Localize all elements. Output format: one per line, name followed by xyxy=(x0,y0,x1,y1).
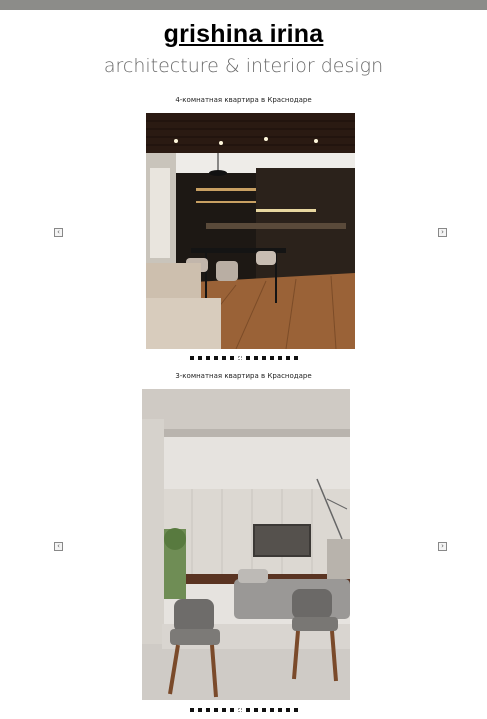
slider-dot[interactable] xyxy=(277,708,282,712)
project-photo-1[interactable] xyxy=(146,113,355,349)
slider-dot[interactable] xyxy=(197,356,202,360)
slider-dot[interactable] xyxy=(285,708,290,712)
slider-dot[interactable] xyxy=(205,356,210,360)
prev-arrow-icon[interactable]: ‹ xyxy=(54,542,63,551)
prev-arrow-icon[interactable]: ‹ xyxy=(54,228,63,237)
slider-dot[interactable] xyxy=(213,708,218,712)
slider-dot[interactable] xyxy=(253,356,258,360)
next-arrow-icon[interactable]: › xyxy=(438,228,447,237)
slider-dot[interactable] xyxy=(261,356,266,360)
project-caption-2: 3-комнатная квартира в Краснодаре xyxy=(175,372,312,380)
slider-dot[interactable] xyxy=(221,356,226,360)
slider-dots-1 xyxy=(0,356,487,362)
slider-dot[interactable] xyxy=(261,708,266,712)
slider-dot[interactable] xyxy=(269,708,274,712)
slider-dot[interactable] xyxy=(277,356,282,360)
slider-dots-2 xyxy=(0,708,487,714)
slider-dot[interactable] xyxy=(189,708,194,712)
slider-dot[interactable] xyxy=(229,708,234,712)
project-caption-1: 4-комнатная квартира в Краснодаре xyxy=(175,96,312,104)
slider-dot[interactable] xyxy=(245,356,250,360)
slider-dot[interactable] xyxy=(269,356,274,360)
slider-dot[interactable] xyxy=(197,708,202,712)
slider-dot[interactable] xyxy=(245,708,250,712)
slider-dot[interactable] xyxy=(293,356,298,360)
next-arrow-icon[interactable]: › xyxy=(438,542,447,551)
site-subtitle: architecture & interior design xyxy=(103,55,384,77)
slider-dot[interactable] xyxy=(253,708,258,712)
site-title-link[interactable]: grishina irina xyxy=(0,20,487,49)
slider-dot[interactable] xyxy=(213,356,218,360)
slider-dot[interactable] xyxy=(229,356,234,360)
slider-dot[interactable] xyxy=(221,708,226,712)
slider-dot[interactable] xyxy=(237,708,242,712)
slider-dot[interactable] xyxy=(205,708,210,712)
slider-dot[interactable] xyxy=(285,356,290,360)
slider-dot[interactable] xyxy=(189,356,194,360)
slider-dot[interactable] xyxy=(293,708,298,712)
slider-dot[interactable] xyxy=(237,356,242,360)
top-bar xyxy=(0,0,487,10)
project-photo-2[interactable] xyxy=(142,389,350,700)
